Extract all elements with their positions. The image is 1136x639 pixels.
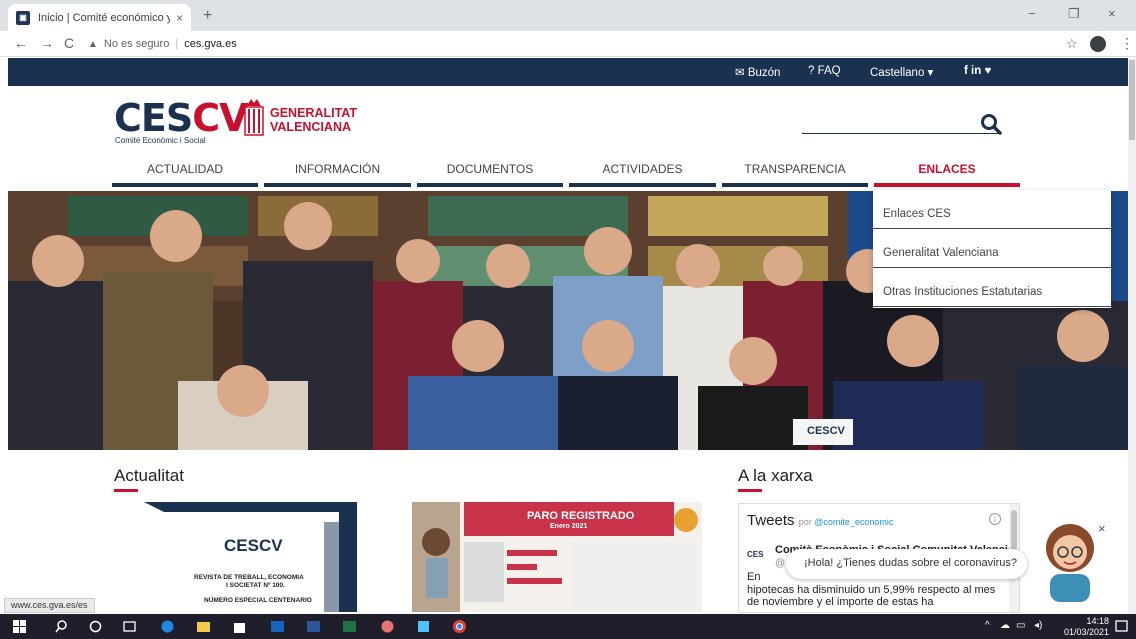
tweets-header: Tweets por @comite_economic	[747, 512, 893, 529]
close-window-icon[interactable]: ×	[1108, 6, 1116, 21]
actualitat-heading: Actualitat	[114, 466, 184, 485]
chat-bubble[interactable]: ¡Hola! ¿Tienes dudas sobre el coronaviru…	[786, 549, 1027, 579]
browser-tab-bar: ▣ Inicio | Comité económico y social × +…	[0, 0, 1136, 31]
card1-line2: I SOCIETAT Nº 100.	[226, 582, 285, 589]
xarxa-heading: A la xarxa	[738, 466, 813, 485]
restore-icon[interactable]: ❐	[1068, 6, 1080, 22]
bookmark-star-icon[interactable]: ☆	[1066, 36, 1078, 52]
taskbar-time: 14:18	[1086, 616, 1110, 626]
tweet-avatar[interactable]: CES	[747, 550, 763, 559]
chat-avatar-icon[interactable]	[1040, 520, 1100, 602]
paint-icon[interactable]	[380, 619, 395, 634]
taskbar-date: 01/03/2021	[1064, 627, 1110, 637]
cortana-icon[interactable]	[88, 619, 103, 634]
windows-taskbar: ^ ☁ ▭ ◂) 14:18 01/03/2021	[0, 614, 1136, 639]
menu-icon[interactable]: ⋮	[1120, 35, 1134, 52]
card1-line3: NÚMERO ESPECIAL CENTENARIO	[204, 597, 312, 604]
browser-tab[interactable]: ▣ Inicio | Comité económico y social ×	[8, 4, 191, 31]
logo-cv-part: CV	[192, 96, 248, 140]
tab-title: Inicio | Comité económico y social	[38, 11, 170, 24]
generalitat-crest-icon	[244, 99, 264, 136]
news-card-revista[interactable]: CESCV REVISTA DE TREBALL, ECONOMIA I SOC…	[114, 502, 357, 612]
file-explorer-icon[interactable]	[196, 619, 211, 634]
edge-icon[interactable]	[160, 619, 175, 634]
tweets-handle-link[interactable]: @comite_economic	[814, 517, 893, 527]
mailbox-link[interactable]: ✉ Buzón	[735, 65, 780, 79]
tweets-label: Tweets	[747, 512, 795, 529]
revista-cover-illustration	[114, 502, 357, 612]
actualitat-underline	[114, 489, 138, 492]
back-icon[interactable]: ←	[14, 35, 28, 51]
tweets-scroll-thumb[interactable]	[1011, 510, 1017, 550]
tweet-text-start: En	[747, 571, 761, 583]
faq-link[interactable]: ? FAQ	[808, 65, 841, 77]
tweets-by: por	[798, 517, 812, 527]
task-view-icon[interactable]	[122, 619, 137, 634]
card1-logo: CESCV	[224, 536, 283, 555]
forward-icon[interactable]: →	[40, 35, 54, 51]
volume-icon[interactable]: ◂)	[1034, 620, 1042, 631]
tab-close-icon[interactable]: ×	[176, 11, 183, 25]
nav-transparencia[interactable]: TRANSPARENCIA	[722, 160, 868, 187]
profile-icon[interactable]	[1090, 36, 1106, 52]
onedrive-icon[interactable]: ☁	[1000, 620, 1010, 631]
dropdown-item-generalitat[interactable]: Generalitat Valenciana	[873, 229, 1111, 268]
tray-chevron-icon[interactable]: ^	[985, 620, 990, 631]
app-icon[interactable]	[416, 619, 431, 634]
search-taskbar-icon[interactable]	[54, 619, 69, 634]
url-host: ces.gva.es	[184, 38, 237, 50]
social-links[interactable]: f in ♥	[964, 65, 991, 77]
search-input[interactable]	[802, 133, 1000, 134]
not-secure-label: No es seguro	[103, 38, 170, 50]
warning-icon: ▲	[88, 38, 98, 50]
tweet-text: hipotecas ha disminuido un 5,99% respect…	[747, 584, 996, 608]
status-url: www.ces.gva.es/es	[4, 598, 95, 613]
word-icon[interactable]	[306, 619, 321, 634]
main-navigation: ACTUALIDAD INFORMACIÓN DOCUMENTOS ACTIVI…	[112, 160, 1020, 187]
page-scroll-thumb[interactable]	[1129, 60, 1135, 140]
chrome-icon[interactable]	[452, 619, 467, 634]
nav-informacion[interactable]: INFORMACIÓN	[264, 160, 411, 187]
gv-line1: GENERALITAT	[270, 106, 358, 120]
card2-title: PARO REGISTRADO	[527, 510, 635, 522]
info-icon[interactable]: i	[989, 513, 1001, 525]
address-bar-row: ← → C ▲ No es seguro | ces.gva.es ☆ ⋮	[0, 31, 1136, 57]
nav-documentos[interactable]: DOCUMENTOS	[417, 160, 563, 187]
dropdown-item-otras-instituciones[interactable]: Otras Instituciones Estatutarias	[873, 268, 1111, 307]
site-top-bar: ✉ Buzón ? FAQ Castellano ▾ f in ♥	[8, 58, 1128, 86]
reload-icon[interactable]: C	[64, 35, 74, 51]
page-scrollbar[interactable]	[1128, 58, 1136, 614]
favicon-icon: ▣	[16, 10, 30, 25]
hero-table-sign: CESCV	[807, 425, 845, 437]
notifications-icon[interactable]	[1114, 619, 1129, 634]
new-tab-button[interactable]: +	[203, 7, 212, 25]
network-icon[interactable]: ▭	[1016, 620, 1025, 631]
nav-actualidad[interactable]: ACTUALIDAD	[112, 160, 258, 187]
minimize-icon[interactable]: −	[1028, 6, 1036, 21]
logo-ces-part: CES	[114, 96, 193, 140]
url-field[interactable]: ▲ No es seguro | ces.gva.es	[88, 34, 1048, 54]
xarxa-underline	[738, 489, 762, 492]
enlaces-dropdown: Enlaces CES Generalitat Valenciana Otras…	[873, 190, 1111, 308]
excel-icon[interactable]	[342, 619, 357, 634]
generalitat-logo[interactable]: GENERALITAT VALENCIANA	[270, 106, 357, 134]
tweet-handle: @	[775, 558, 786, 569]
nav-enlaces[interactable]: ENLACES	[874, 160, 1020, 187]
card1-line1: REVISTA DE TREBALL, ECONOMIA	[194, 574, 304, 581]
language-selector[interactable]: Castellano ▾	[870, 65, 933, 79]
outlook-icon[interactable]	[270, 619, 285, 634]
taskbar-clock[interactable]: 14:18 01/03/2021	[1064, 616, 1109, 638]
gv-line2: VALENCIANA	[270, 120, 352, 134]
card2-subtitle: Enero 2021	[550, 523, 588, 530]
url-separator: |	[175, 38, 179, 50]
dropdown-item-enlaces-ces[interactable]: Enlaces CES	[873, 190, 1111, 229]
windows-start-icon[interactable]	[12, 619, 27, 634]
store-icon[interactable]	[232, 619, 247, 634]
nav-actividades[interactable]: ACTIVIDADES	[569, 160, 716, 187]
cescv-logo[interactable]: CESCV	[114, 96, 249, 140]
logo-subtitle: Comitè Econòmic i Social	[115, 136, 206, 145]
news-card-paro[interactable]: PARO REGISTRADO Enero 2021	[412, 502, 702, 612]
search-icon[interactable]	[980, 113, 1002, 135]
